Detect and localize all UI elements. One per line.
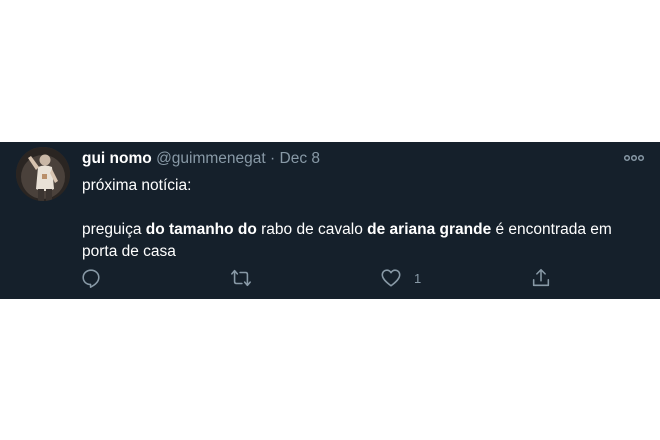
author-handle[interactable]: @guimmenegat [156, 150, 266, 167]
author-name[interactable]: gui nomo [82, 150, 152, 167]
like-button[interactable]: 1 [380, 267, 421, 289]
retweet-icon [231, 269, 251, 287]
tweet-text-line-1: próxima notícia: [82, 177, 192, 194]
share-button[interactable] [530, 267, 552, 289]
reply-icon [82, 269, 100, 288]
heart-icon [381, 269, 401, 287]
more-horizontal-icon [623, 154, 645, 162]
reply-button[interactable] [80, 267, 114, 289]
tweet-text: próxima notícia: preguiça do tamanho do … [82, 175, 642, 263]
separator-dot: · [270, 150, 276, 167]
tweet-actions: 1 [80, 267, 560, 291]
share-icon [532, 268, 550, 287]
avatar[interactable] [16, 147, 70, 201]
like-count: 1 [414, 270, 422, 286]
body-segment-bold: de ariana grande [367, 221, 492, 238]
tweet-card[interactable]: gui nomo @guimmenegat · Dec 8 próxima no… [0, 142, 660, 299]
tweet-date[interactable]: Dec 8 [280, 150, 321, 167]
tweet-text-body: preguiça do tamanho do rabo de cavalo de… [82, 219, 642, 263]
more-options-button[interactable] [622, 150, 646, 166]
retweet-button[interactable] [230, 267, 264, 289]
body-segment: preguiça [82, 221, 146, 238]
body-segment: rabo de cavalo [256, 221, 368, 238]
body-segment-bold: do tamanho do [145, 221, 257, 238]
tweet-header: gui nomo @guimmenegat · Dec 8 [82, 150, 320, 168]
